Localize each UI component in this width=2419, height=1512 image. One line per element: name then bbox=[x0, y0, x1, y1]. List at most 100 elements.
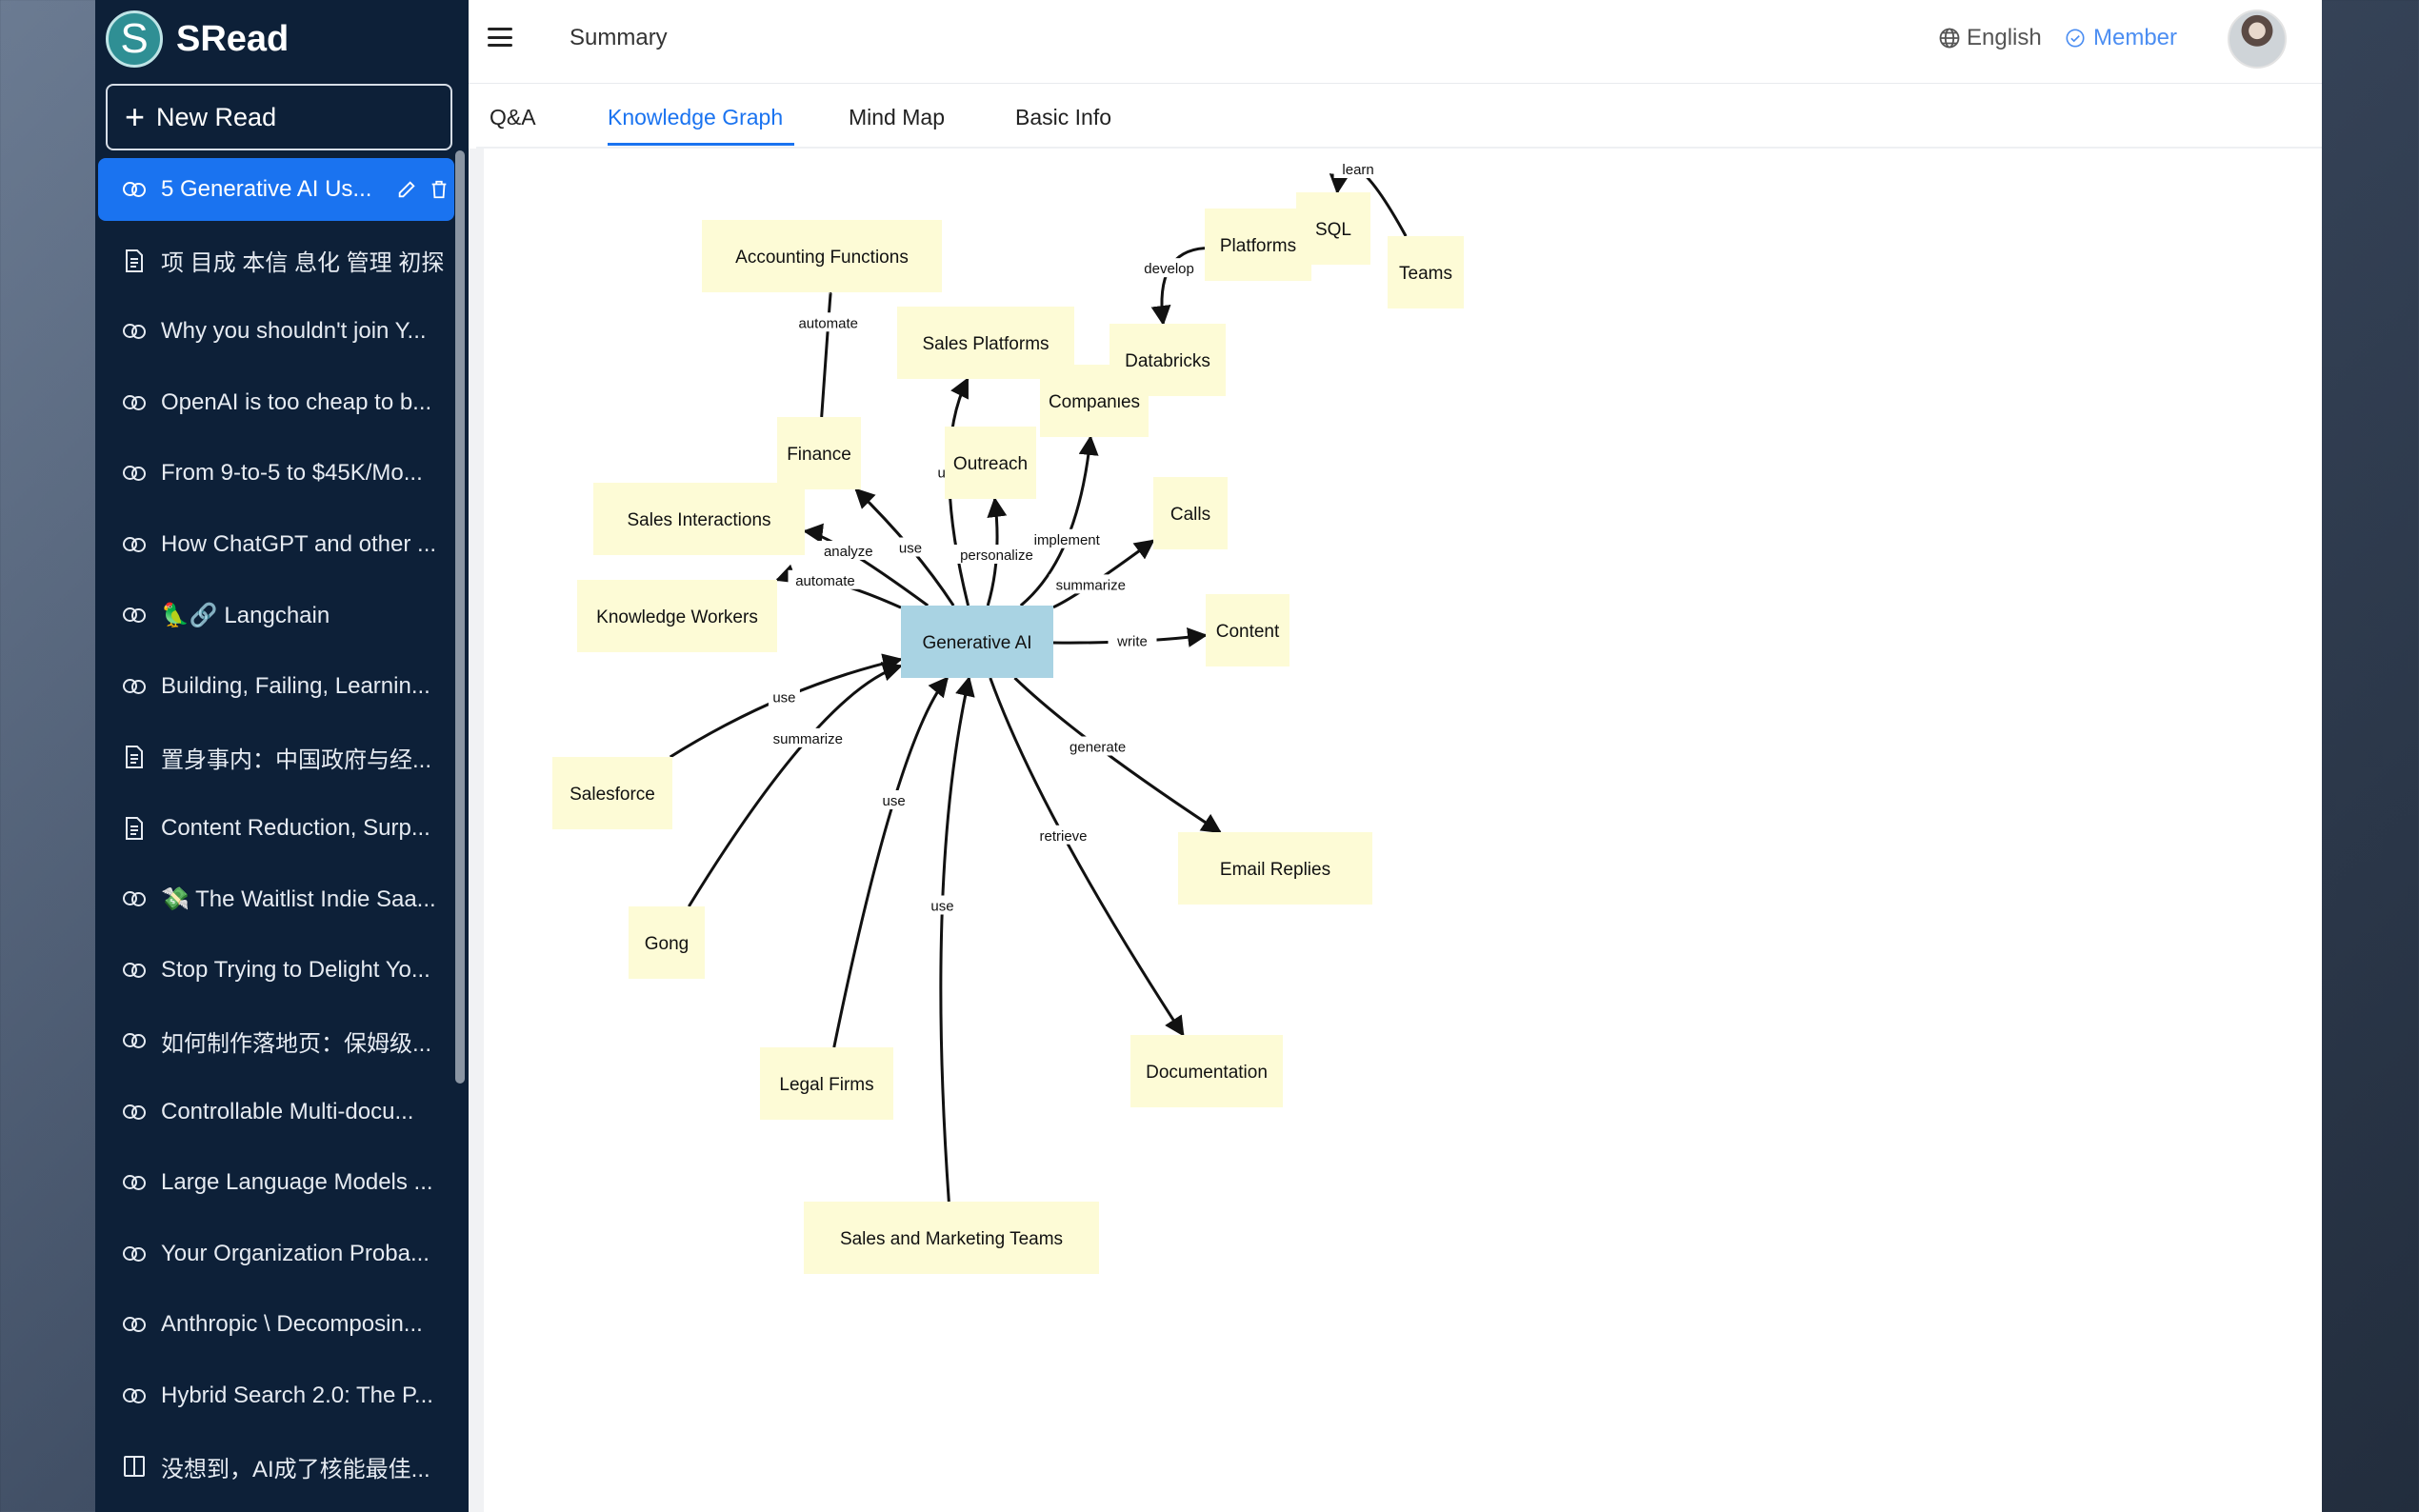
read-list-item[interactable]: Hybrid Search 2.0: The P... bbox=[98, 1364, 454, 1427]
read-list-item-label: Controllable Multi-docu... bbox=[161, 1098, 414, 1124]
read-list-item[interactable]: 5 Generative AI Us... bbox=[98, 158, 454, 221]
read-list-item-label: Your Organization Proba... bbox=[161, 1240, 430, 1266]
graph-edge-label: implement bbox=[1034, 532, 1101, 548]
read-list-item-label: 5 Generative AI Us... bbox=[161, 176, 372, 202]
graph-node-label: Documentation bbox=[1146, 1063, 1268, 1083]
graph-node[interactable]: Email Replies bbox=[1178, 832, 1372, 905]
read-list-item-label: 置身事内：中国政府与经... bbox=[161, 746, 432, 773]
read-list-item[interactable]: Building, Failing, Learnin... bbox=[98, 655, 454, 718]
tab-qa[interactable]: Q&A bbox=[490, 105, 536, 130]
read-list-item-label: From 9-to-5 to $45K/Mo... bbox=[161, 460, 423, 486]
link-icon bbox=[121, 1241, 148, 1267]
graph-edge-label: summarize bbox=[773, 731, 843, 747]
avatar[interactable] bbox=[2228, 10, 2287, 69]
graph-node[interactable]: Sales and Marketing Teams bbox=[804, 1202, 1099, 1274]
app-logo: S bbox=[106, 10, 163, 68]
graph-node[interactable]: Gong bbox=[629, 906, 705, 979]
graph-node-label: Generative AI bbox=[922, 633, 1031, 653]
sidebar-scroll-thumb[interactable] bbox=[455, 150, 465, 1084]
graph-node[interactable]: Accounting Functions bbox=[702, 220, 942, 292]
read-list-item[interactable]: Why you shouldn't join Y... bbox=[98, 300, 454, 363]
graph-edge-label: summarize bbox=[1056, 577, 1126, 593]
graph-edge-label: develop bbox=[1144, 261, 1194, 277]
graph-node-label: Knowledge Workers bbox=[596, 607, 758, 627]
graph-node[interactable]: Finance bbox=[777, 417, 861, 489]
link-icon bbox=[121, 318, 148, 345]
read-list-item[interactable]: How ChatGPT and other ... bbox=[98, 513, 454, 576]
delete-icon[interactable] bbox=[429, 179, 450, 200]
graph-node[interactable]: Calls bbox=[1153, 477, 1228, 549]
graph-node[interactable]: Content bbox=[1206, 594, 1289, 666]
knowledge-graph[interactable]: automate use use personalizeimplement analyz… bbox=[469, 149, 2322, 1512]
sidebar-scrollbar[interactable] bbox=[455, 150, 465, 1512]
graph-node[interactable]: Documentation bbox=[1130, 1035, 1283, 1107]
graph-node-label: Content bbox=[1216, 622, 1280, 642]
new-read-button[interactable]: + New Read bbox=[106, 84, 452, 150]
read-list-item-label: Hybrid Search 2.0: The P... bbox=[161, 1382, 433, 1408]
read-list-item[interactable]: Content Reduction, Surp... bbox=[98, 797, 454, 860]
graph-node[interactable]: Teams bbox=[1388, 236, 1464, 308]
graph-node[interactable]: Databricks bbox=[1110, 324, 1226, 396]
read-list-item[interactable]: OpenAI is too cheap to b... bbox=[98, 371, 454, 434]
tab-basic-info[interactable]: Basic Info bbox=[1015, 105, 1111, 130]
graph-node[interactable]: Generative AI bbox=[901, 606, 1053, 678]
read-list-item[interactable]: 💸 The Waitlist Indie Saa... bbox=[98, 867, 454, 930]
link-icon bbox=[121, 602, 148, 628]
read-list-item[interactable]: 没想到，AI成了核能最佳... bbox=[98, 1435, 454, 1498]
graph-edge bbox=[939, 675, 975, 1203]
read-list-item[interactable]: 如何制作落地页：保姆级... bbox=[98, 1009, 454, 1072]
read-list-item[interactable]: Stop Trying to Delight Yo... bbox=[98, 939, 454, 1002]
brand[interactable]: S SRead bbox=[106, 10, 289, 69]
member-link[interactable]: Member bbox=[2065, 25, 2177, 51]
document-icon bbox=[121, 248, 148, 274]
language-label: English bbox=[1967, 25, 2042, 50]
read-list-item[interactable]: Controllable Multi-docu... bbox=[98, 1081, 454, 1144]
graph-node[interactable]: Platforms bbox=[1205, 209, 1311, 281]
app-window: S SRead + New Read 5 Generative AI Us...… bbox=[95, 0, 2322, 1512]
link-icon bbox=[121, 1169, 148, 1196]
graph-node[interactable]: Outreach bbox=[945, 427, 1036, 499]
graph-node[interactable]: Legal Firms bbox=[760, 1047, 893, 1120]
tab-mind-map[interactable]: Mind Map bbox=[849, 105, 945, 130]
top-bar: Summary English Member bbox=[469, 0, 2322, 84]
graph-node-label: Sales Interactions bbox=[627, 510, 770, 530]
graph-edge-label: use bbox=[772, 689, 795, 706]
check-circle-icon bbox=[2066, 29, 2085, 48]
graph-node[interactable]: SQL bbox=[1296, 192, 1370, 265]
tab-knowledge-graph[interactable]: Knowledge Graph bbox=[608, 105, 783, 130]
graph-edge bbox=[816, 272, 836, 418]
graph-node-label: SQL bbox=[1315, 220, 1351, 240]
read-list-item-label: OpenAI is too cheap to b... bbox=[161, 388, 432, 415]
graph-node-label: Accounting Functions bbox=[735, 248, 909, 268]
read-list-item[interactable]: 置身事内：中国政府与经... bbox=[98, 726, 454, 788]
app-name: SRead bbox=[176, 18, 290, 59]
graph-node[interactable]: Knowledge Workers bbox=[577, 580, 777, 652]
link-icon bbox=[121, 1383, 148, 1409]
graph-edge-label: retrieve bbox=[1039, 828, 1087, 845]
graph-node-label: Gong bbox=[645, 934, 689, 954]
read-list-item[interactable]: Your Organization Proba... bbox=[98, 1223, 454, 1285]
read-list-item-label: Content Reduction, Surp... bbox=[161, 814, 430, 841]
graph-node[interactable]: Sales Interactions bbox=[593, 483, 805, 555]
read-list-item[interactable]: From 9-to-5 to $45K/Mo... bbox=[98, 442, 454, 505]
read-list-item-label: Stop Trying to Delight Yo... bbox=[161, 956, 430, 983]
link-icon bbox=[121, 885, 148, 912]
graph-node-label: Email Replies bbox=[1220, 860, 1330, 880]
language-selector[interactable]: English bbox=[1938, 25, 2042, 51]
menu-toggle-icon[interactable] bbox=[486, 23, 514, 51]
edit-icon[interactable] bbox=[396, 179, 417, 200]
graph-node[interactable]: Salesforce bbox=[552, 757, 672, 829]
graph-edge bbox=[832, 676, 950, 1048]
graph-edge bbox=[1052, 539, 1155, 609]
read-list-item[interactable]: 🦜🔗 Langchain bbox=[98, 584, 454, 647]
read-list-item[interactable]: Anthropic \ Decomposin... bbox=[98, 1293, 454, 1356]
read-list-item[interactable]: Large Language Models ... bbox=[98, 1151, 454, 1214]
link-icon bbox=[121, 176, 148, 203]
read-list-item-label: 没想到，AI成了核能最佳... bbox=[161, 1456, 430, 1482]
graph-node-label: Legal Firms bbox=[779, 1075, 873, 1095]
graph-node-label: Platforms bbox=[1220, 236, 1296, 256]
read-list-item-label: 💸 The Waitlist Indie Saa... bbox=[161, 885, 436, 912]
graph-edge-label: generate bbox=[1070, 740, 1126, 756]
graph-edge-label: use bbox=[883, 793, 906, 809]
read-list-item[interactable]: 项 目成 本信 息化 管理 初探 bbox=[98, 229, 454, 292]
